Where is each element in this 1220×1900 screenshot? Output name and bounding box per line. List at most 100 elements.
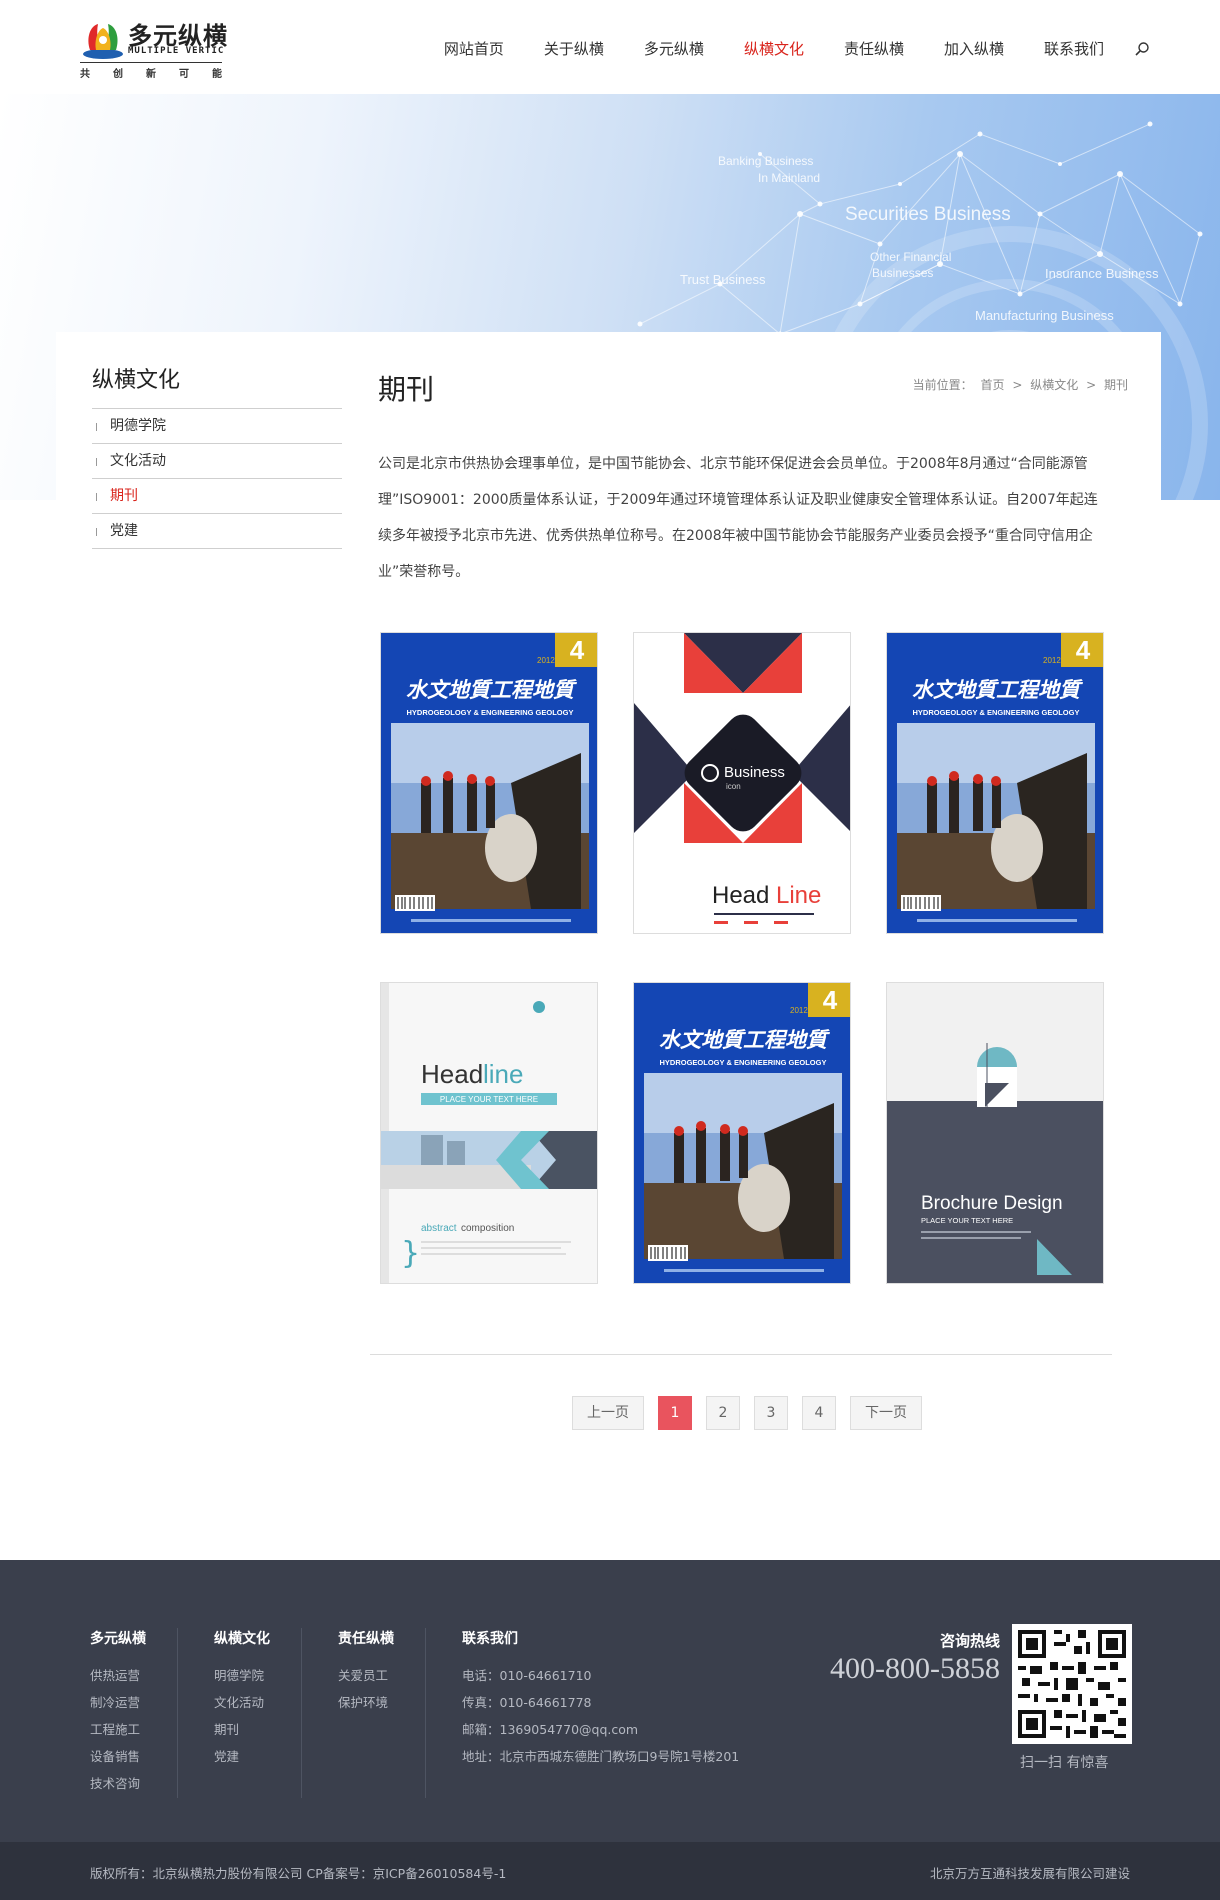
business-cover-graphic: Business icon Head Line [634, 633, 850, 933]
cover-business-title: Business [724, 764, 785, 781]
cover-business-sub: icon [726, 782, 741, 791]
sidebar-item[interactable]: 明德学院 [92, 409, 342, 444]
sidebar-item-marker [96, 493, 97, 501]
cover-title-cn: 水文地質工程地質 [406, 677, 578, 702]
logo-slogan-char: 可 [179, 69, 189, 80]
footer-column-culture: 纵横文化 明德学院 文化活动 期刊 党建 [214, 1628, 302, 1798]
site-logo[interactable]: 多元纵横 MULTIPLE VERTIC 共创新可能 [80, 14, 227, 80]
banner-text: Insurance Business [1045, 266, 1159, 281]
logo-slogan-char: 新 [146, 69, 156, 80]
cover-headline-sub: PLACE YOUR TEXT HERE [440, 1095, 538, 1104]
breadcrumb-separator: > [1012, 378, 1023, 392]
nav-item[interactable]: 加入纵横 [944, 38, 1004, 59]
breadcrumb: 当前位置： 首页 > 纵横文化 > 期刊 [909, 376, 1128, 393]
svg-text:}: } [401, 1236, 420, 1271]
sidebar-menu: 明德学院 文化活动期刊党建 [92, 409, 342, 549]
builder-credit: 北京万方互通科技发展有限公司建设 [929, 1866, 1130, 1881]
footer-link[interactable]: 供热运营 [90, 1662, 177, 1689]
footer-column-services: 多元纵横 供热运营 制冷运营 工程施工 设备销售 技术咨询 [90, 1628, 178, 1798]
cover-brochure-title: Brochure Design [921, 1193, 1063, 1214]
cover-headline-b: Line [776, 882, 821, 909]
footer-link[interactable]: 保护环境 [338, 1689, 425, 1716]
footer-link[interactable]: 党建 [214, 1743, 301, 1770]
copyright-bar: 版权所有：北京纵横热力股份有限公司 CP备案号：京ICP备26010584号-1… [0, 1842, 1220, 1900]
banner-text: Trust Business [680, 272, 766, 287]
banner-text: In Mainland [758, 171, 821, 185]
sidebar-item[interactable]: 党建 [92, 514, 342, 549]
qr-code [1012, 1624, 1132, 1744]
hotline-number: 400-800-5858 [830, 1652, 1000, 1685]
cover-year: 2012 [537, 656, 555, 665]
cover-issue: 4 [1076, 635, 1091, 665]
footer-column-title: 多元纵横 [90, 1631, 146, 1647]
footer-link[interactable]: 明德学院 [214, 1662, 301, 1689]
nav-item[interactable]: 网站首页 [444, 38, 504, 59]
journal-cover-brochure[interactable]: Brochure Design PLACE YOUR TEXT HERE [886, 982, 1104, 1284]
banner-text: Securities Business [845, 204, 1011, 225]
site-header: 多元纵横 MULTIPLE VERTIC 共 创 新 可 能 网站首页 关于纵横 多元纵横 纵… [0, 0, 1220, 94]
sidebar-item-label: 期刊 [110, 488, 138, 504]
nav-item[interactable]: 纵横文化 [744, 38, 804, 59]
sidebar: 纵横文化 明德学院 文化活动 期刊 党建 [92, 362, 342, 549]
journal-cover-magazine[interactable]: 4 2012 水文地質工程地質 HYDROGEOLOGY & ENGINEERI… [886, 632, 1104, 934]
sidebar-item-label: 党建 [110, 523, 138, 539]
cover-title-en: HYDROGEOLOGY & ENGINEERING GEOLOGY [407, 708, 574, 717]
cover-year: 2012 [790, 1006, 808, 1015]
cover-issue: 4 [570, 635, 585, 665]
page-button-2[interactable]: 2 [706, 1396, 740, 1430]
sidebar-item-marker [96, 528, 97, 536]
banner-text: Manufacturing Business [975, 308, 1114, 323]
prev-page-button[interactable]: 上一页 [572, 1396, 644, 1430]
footer-link[interactable]: 文化活动 [214, 1689, 301, 1716]
sidebar-item-marker [96, 458, 97, 466]
cover-abstract-a: abstract [421, 1223, 457, 1234]
logo-slogan-char: 能 [212, 69, 222, 80]
page-button-1[interactable]: 1 [658, 1396, 692, 1430]
nav-item[interactable]: 责任纵横 [844, 38, 904, 59]
breadcrumb-culture[interactable]: 纵横文化 [1030, 378, 1078, 392]
footer-link[interactable]: 关爱员工 [338, 1662, 425, 1689]
journal-cover-magazine[interactable]: 4 2012 水文地質工程地質 HYDROGEOLOGY & ENGINEERI… [633, 982, 851, 1284]
sidebar-item[interactable]: 文化活动 [92, 444, 342, 479]
footer-link[interactable]: 工程施工 [90, 1716, 177, 1743]
qr-code-icon [1018, 1630, 1126, 1738]
cover-headline-a: Head [421, 1059, 483, 1089]
footer-link[interactable]: 制冷运营 [90, 1689, 177, 1716]
cover-headline-a: Head [712, 882, 769, 909]
journal-cover-magazine[interactable]: 4 2012 水文地質工程地質 HYDROGEOLOGY & ENGINEERI… [380, 632, 598, 934]
sidebar-item-marker [96, 423, 97, 431]
page-button-3[interactable]: 3 [754, 1396, 788, 1430]
page-button-4[interactable]: 4 [802, 1396, 836, 1430]
cover-title-cn: 水文地質工程地質 [912, 677, 1084, 702]
cover-title-cn: 水文地質工程地質 [659, 1027, 831, 1052]
magazine-cover-graphic: 4 2012 水文地質工程地質 HYDROGEOLOGY & ENGINEERI… [381, 633, 597, 933]
journal-cover-headline[interactable]: Head line PLACE YOUR TEXT HERE abstract … [380, 982, 598, 1284]
cover-issue: 4 [823, 985, 838, 1015]
page-title: 期刊 [378, 373, 435, 406]
breadcrumb-home[interactable]: 首页 [981, 378, 1005, 392]
logo-slogan-char: 共 [80, 69, 90, 80]
footer-column-title: 纵横文化 [214, 1631, 270, 1647]
breadcrumb-prefix: 当前位置： [912, 378, 973, 392]
copyright-text: 版权所有：北京纵横热力股份有限公司 CP备案号：京ICP备26010584号-1 [90, 1866, 507, 1881]
qr-caption: 扫一扫 有惊喜 [1020, 1755, 1109, 1771]
nav-item[interactable]: 联系我们 [1044, 38, 1104, 59]
nav-item[interactable]: 关于纵横 [544, 38, 604, 59]
logo-slogan-char: 创 [113, 69, 123, 80]
footer-link[interactable]: 设备销售 [90, 1743, 177, 1770]
sidebar-item[interactable]: 期刊 [92, 479, 342, 514]
nav-item[interactable]: 多元纵横 [644, 38, 704, 59]
footer-column-title: 责任纵横 [338, 1631, 394, 1647]
cover-year: 2012 [1043, 656, 1061, 665]
banner-text: Banking Business [718, 154, 814, 168]
journal-cover-business[interactable]: Business icon Head Line [633, 632, 851, 934]
cover-brochure-sub: PLACE YOUR TEXT HERE [921, 1216, 1013, 1225]
next-page-button[interactable]: 下一页 [850, 1396, 922, 1430]
footer-phone: 电话：010-64661710 [462, 1668, 592, 1683]
footer-link[interactable]: 期刊 [214, 1716, 301, 1743]
brochure-cover-graphic: Brochure Design PLACE YOUR TEXT HERE [887, 983, 1103, 1283]
logo-divider [80, 62, 222, 63]
footer-link[interactable]: 技术咨询 [90, 1770, 177, 1797]
cover-title-en: HYDROGEOLOGY & ENGINEERING GEOLOGY [913, 708, 1080, 717]
search-icon[interactable] [1134, 41, 1150, 57]
